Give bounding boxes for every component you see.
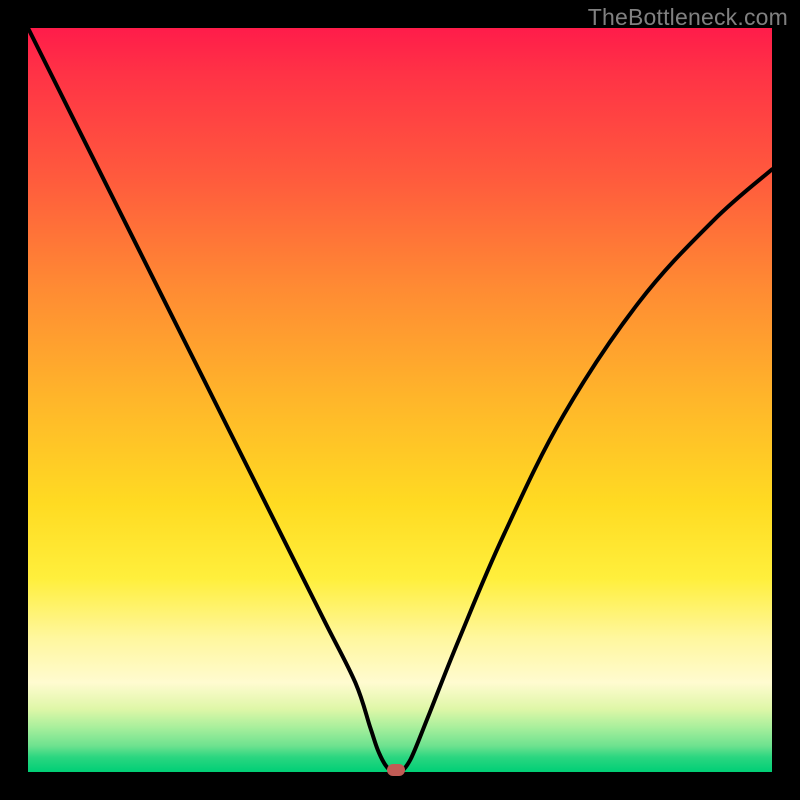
plot-area [28,28,772,772]
watermark-text: TheBottleneck.com [588,4,788,31]
optimum-marker [387,764,405,776]
chart-frame: TheBottleneck.com [0,0,800,800]
curve-path [28,28,772,773]
bottleneck-curve [28,28,772,772]
